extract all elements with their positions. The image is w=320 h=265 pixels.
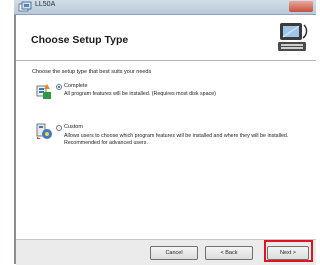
title-bar[interactable]: LL50A [14,0,316,15]
complete-radio[interactable] [56,84,62,90]
close-icon[interactable] [289,1,313,12]
custom-radio[interactable] [56,125,62,131]
setup-type-panel: Choose the setup type that best suits yo… [16,61,316,239]
instruction-text: Choose the setup type that best suits yo… [32,69,152,75]
window-title: LL50A [35,1,56,8]
background-edge [0,0,14,264]
installer-icon [18,1,32,12]
custom-option-description: Allows users to choose which program fea… [64,133,289,146]
back-button[interactable]: < Back [205,246,253,260]
computer-setup-icon [278,23,308,51]
complete-setup-icon [36,84,51,99]
page-title: Choose Setup Type [31,34,129,46]
complete-option-label[interactable]: Complete [64,83,88,89]
wizard-header: Choose Setup Type [16,15,316,61]
custom-setup-icon [36,123,52,139]
next-button-highlight [264,240,313,262]
complete-option-description: All program features will be installed. … [64,91,216,97]
cancel-button[interactable]: Cancel [150,246,198,260]
custom-option-label[interactable]: Custom [64,124,83,130]
